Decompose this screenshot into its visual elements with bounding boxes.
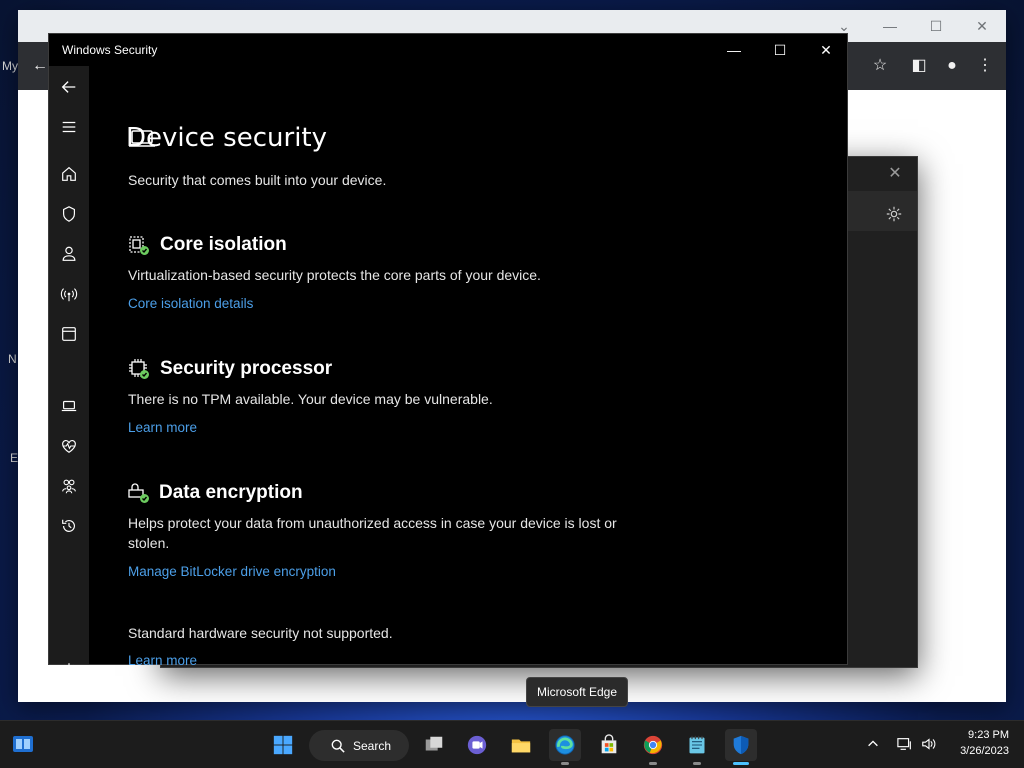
section-title-security-processor: Security processor: [160, 358, 333, 379]
person-icon[interactable]: [49, 234, 89, 274]
section-desc-data-encryption: Helps protect your data from unauthorize…: [128, 515, 617, 551]
sidepanel-icon[interactable]: ◧: [907, 54, 931, 78]
wireless-icon[interactable]: [49, 274, 89, 314]
minimize-icon[interactable]: —: [880, 16, 900, 36]
hardware-security-status: Standard hardware security not supported…: [128, 625, 393, 641]
show-desktop-widget-icon[interactable]: [6, 727, 40, 761]
browser-icon[interactable]: [49, 314, 89, 354]
search-label: Search: [353, 738, 392, 753]
edge-browser-icon[interactable]: [549, 729, 581, 761]
chrome-browser-icon[interactable]: [637, 729, 669, 761]
section-desc-security-processor: There is no TPM available. Your device m…: [128, 391, 493, 407]
section-desc-core-isolation: Virtualization-based security protects t…: [128, 267, 541, 283]
section-title-core-isolation: Core isolation: [160, 234, 287, 255]
network-icon[interactable]: [896, 736, 914, 754]
hardware-security-learn-more-link[interactable]: Learn more: [128, 653, 197, 668]
teams-chat-icon[interactable]: [461, 729, 493, 761]
section-title-data-encryption: Data encryption: [159, 482, 303, 503]
home-icon[interactable]: [49, 154, 89, 194]
back-icon[interactable]: [49, 67, 89, 107]
chevron-up-icon[interactable]: [864, 737, 882, 755]
core-isolation-details-link[interactable]: Core isolation details: [128, 296, 253, 311]
security-processor-learn-more-link[interactable]: Learn more: [128, 420, 197, 435]
clock-time[interactable]: 9:23 PM: [955, 729, 1009, 741]
desktop-label-n: N: [8, 352, 17, 366]
minimize-button[interactable]: —: [711, 34, 757, 66]
titlebar: Windows Security — ☐ ✕: [49, 34, 847, 66]
running-indicator: [693, 762, 701, 765]
kebab-menu-icon[interactable]: ⋮: [973, 54, 997, 78]
page-title: Device security: [126, 123, 327, 153]
start-button-icon[interactable]: [267, 729, 299, 761]
menu-icon[interactable]: [49, 107, 89, 147]
close-button[interactable]: ✕: [803, 34, 849, 66]
gear-icon[interactable]: [885, 205, 905, 225]
search-icon: [331, 739, 345, 753]
windows-security-taskbar-icon[interactable]: [725, 729, 757, 761]
history-icon[interactable]: [49, 506, 89, 546]
manage-bitlocker-link[interactable]: Manage BitLocker drive encryption: [128, 564, 336, 579]
close-icon[interactable]: ✕: [885, 163, 905, 183]
taskbar-search-button[interactable]: Search: [309, 730, 409, 761]
navigation-rail: [49, 66, 89, 677]
volume-icon[interactable]: [920, 736, 938, 754]
desktop-label-my: My: [2, 59, 18, 73]
close-icon[interactable]: ✕: [972, 16, 992, 36]
clock-date[interactable]: 3/26/2023: [943, 745, 1009, 757]
core-isolation-icon: [129, 236, 149, 255]
running-indicator: [649, 762, 657, 765]
encryption-icon: [128, 483, 149, 503]
task-view-icon[interactable]: [418, 729, 450, 761]
heartbeat-icon[interactable]: [49, 426, 89, 466]
taskbar-tooltip: Microsoft Edge: [526, 677, 629, 707]
active-app-indicator: [733, 762, 749, 765]
window-title: Windows Security: [62, 43, 158, 57]
profile-icon[interactable]: ●: [940, 54, 964, 78]
maximize-icon[interactable]: ☐: [926, 16, 946, 36]
laptop-icon[interactable]: [49, 386, 89, 426]
shield-icon[interactable]: [49, 194, 89, 234]
maximize-button[interactable]: ☐: [757, 34, 803, 66]
family-icon[interactable]: [49, 466, 89, 506]
desktop-label-e: E: [10, 451, 19, 465]
page-subtitle: Security that comes built into your devi…: [128, 172, 387, 188]
taskbar: Search: [0, 720, 1024, 768]
main-content: Device security Security that comes buil…: [89, 66, 847, 668]
star-icon[interactable]: ☆: [868, 54, 892, 78]
windows-security-window[interactable]: Windows Security — ☐ ✕ Device security S…: [48, 33, 848, 677]
gear-icon[interactable]: [49, 650, 89, 690]
microsoft-store-icon[interactable]: [593, 729, 625, 761]
notepad-icon[interactable]: [681, 729, 713, 761]
processor-icon: [129, 359, 149, 379]
running-indicator: [561, 762, 569, 765]
file-explorer-icon[interactable]: [505, 729, 537, 761]
